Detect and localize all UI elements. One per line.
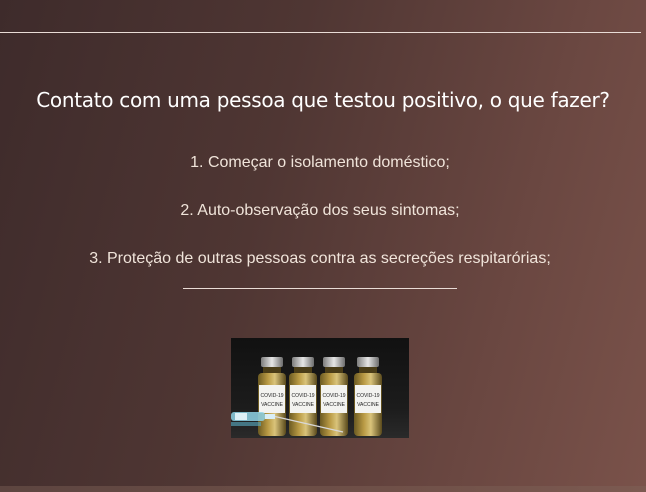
section-divider xyxy=(183,288,457,289)
vial-label-line1: COVID-19 xyxy=(322,393,345,399)
steps-list: 1. Começar o isolamento doméstico; 2. Au… xyxy=(0,152,640,270)
step-item: 1. Começar o isolamento doméstico; xyxy=(190,154,450,171)
footer-band xyxy=(0,486,646,492)
top-divider xyxy=(0,32,641,33)
vial-label-line2: VACCINE xyxy=(261,402,284,408)
vial-label-line1: COVID-19 xyxy=(291,393,314,399)
step-item: 3. Proteção de outras pessoas contra as … xyxy=(89,250,551,267)
page-title: Contato com uma pessoa que testou positi… xyxy=(36,88,610,112)
vial-label-line1: COVID-19 xyxy=(356,393,379,399)
vaccine-vials-illustration: COVID-19 VACCINE COVID-19 VACCINE COVID-… xyxy=(231,338,409,438)
vaccine-vials-image: COVID-19 VACCINE COVID-19 VACCINE COVID-… xyxy=(231,338,409,438)
step-item: 2. Auto-observação dos seus sintomas; xyxy=(180,202,460,219)
vial-label-line2: VACCINE xyxy=(292,402,315,408)
vial-label-line2: VACCINE xyxy=(357,402,380,408)
vial-label-line1: COVID-19 xyxy=(260,393,283,399)
vial-label-line2: VACCINE xyxy=(323,402,346,408)
